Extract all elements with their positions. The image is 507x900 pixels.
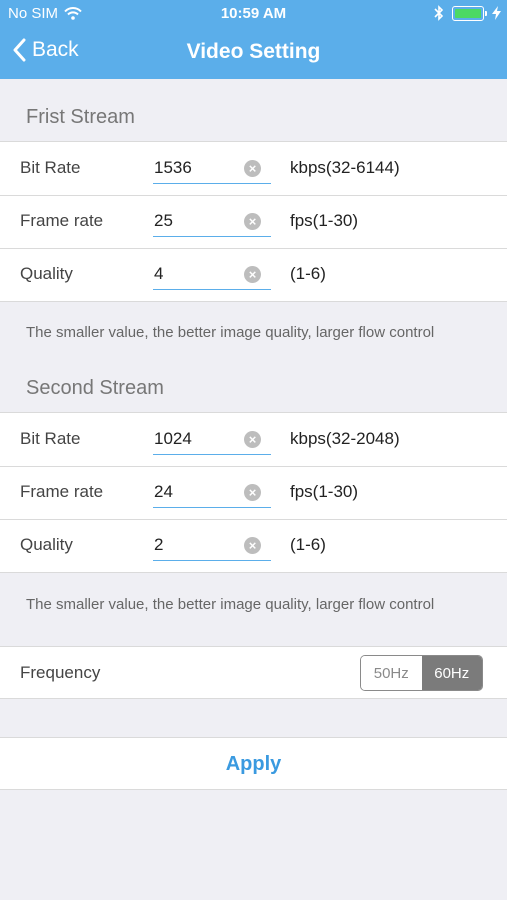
- second-bit-rate-input[interactable]: 1024 ×: [153, 423, 271, 455]
- second-quality-input[interactable]: 2 ×: [153, 529, 271, 561]
- second-frame-rate-input[interactable]: 24 ×: [153, 476, 271, 508]
- battery-level: [455, 8, 481, 18]
- second-frame-rate-range: fps(1-30): [290, 482, 359, 501]
- first-quality-input[interactable]: 4 ×: [153, 258, 271, 290]
- first-frame-rate-row: Frame rate 25 × fps(1-30): [0, 195, 507, 248]
- first-bit-rate-row: Bit Rate 1536 × kbps(32-6144): [0, 142, 507, 195]
- first-frame-rate-label: Frame rate: [20, 211, 104, 230]
- first-quality-range: (1-6): [290, 264, 326, 283]
- second-quality-row: Quality 2 × (1-6): [0, 519, 507, 572]
- first-frame-rate-range: fps(1-30): [290, 211, 359, 230]
- clear-icon[interactable]: ×: [244, 537, 261, 554]
- bluetooth-icon: [434, 5, 444, 21]
- second-quality-label: Quality: [20, 535, 73, 554]
- first-bit-rate-value: 1536: [154, 158, 192, 177]
- status-right: [434, 5, 501, 21]
- first-quality-label: Quality: [20, 264, 73, 283]
- first-bit-rate-range: kbps(32-6144): [290, 158, 400, 177]
- header: No SIM 10:59 AM Back Video Setting: [0, 0, 507, 79]
- frequency-group: Frequency 50Hz 60Hz: [0, 646, 507, 699]
- second-bit-rate-row: Bit Rate 1024 × kbps(32-2048): [0, 413, 507, 466]
- second-stream-title: Second Stream: [26, 377, 164, 399]
- clear-icon[interactable]: ×: [244, 484, 261, 501]
- second-bit-rate-value: 1024: [154, 429, 192, 448]
- frequency-label: Frequency: [20, 663, 101, 682]
- second-quality-value: 2: [154, 535, 164, 554]
- second-stream-group: Bit Rate 1024 × kbps(32-2048) Frame rate…: [0, 412, 507, 573]
- clear-icon[interactable]: ×: [244, 431, 261, 448]
- second-frame-rate-row: Frame rate 24 × fps(1-30): [0, 466, 507, 519]
- second-stream-note: The smaller value, the better image qual…: [26, 596, 435, 613]
- status-time: 10:59 AM: [220, 5, 287, 22]
- second-bit-rate-range: kbps(32-2048): [290, 429, 400, 448]
- first-quality-row: Quality 4 × (1-6): [0, 248, 507, 301]
- page-title: Video Setting: [186, 40, 321, 63]
- frequency-option-60hz[interactable]: 60Hz: [421, 656, 482, 690]
- second-frame-rate-value: 24: [154, 482, 173, 501]
- first-bit-rate-label: Bit Rate: [20, 158, 81, 177]
- apply-button[interactable]: Apply: [0, 738, 507, 791]
- nav-bar: Back Video Setting: [0, 28, 507, 79]
- first-quality-value: 4: [154, 264, 164, 283]
- first-stream-title: Frist Stream: [26, 106, 135, 128]
- second-frame-rate-label: Frame rate: [20, 482, 104, 501]
- apply-group: Apply: [0, 737, 507, 790]
- charging-icon: [492, 6, 501, 20]
- clear-icon[interactable]: ×: [244, 266, 261, 283]
- status-bar: No SIM 10:59 AM: [0, 0, 507, 28]
- second-bit-rate-label: Bit Rate: [20, 429, 81, 448]
- first-bit-rate-input[interactable]: 1536 ×: [153, 152, 271, 184]
- first-stream-note: The smaller value, the better image qual…: [26, 324, 435, 341]
- clear-icon[interactable]: ×: [244, 213, 261, 230]
- frequency-segmented-control[interactable]: 50Hz 60Hz: [360, 655, 483, 691]
- second-quality-range: (1-6): [290, 535, 326, 554]
- first-frame-rate-value: 25: [154, 211, 173, 230]
- clear-icon[interactable]: ×: [244, 160, 261, 177]
- battery-icon: [452, 5, 487, 21]
- first-stream-group: Bit Rate 1536 × kbps(32-6144) Frame rate…: [0, 141, 507, 302]
- frequency-option-50hz[interactable]: 50Hz: [361, 656, 422, 690]
- first-frame-rate-input[interactable]: 25 ×: [153, 205, 271, 237]
